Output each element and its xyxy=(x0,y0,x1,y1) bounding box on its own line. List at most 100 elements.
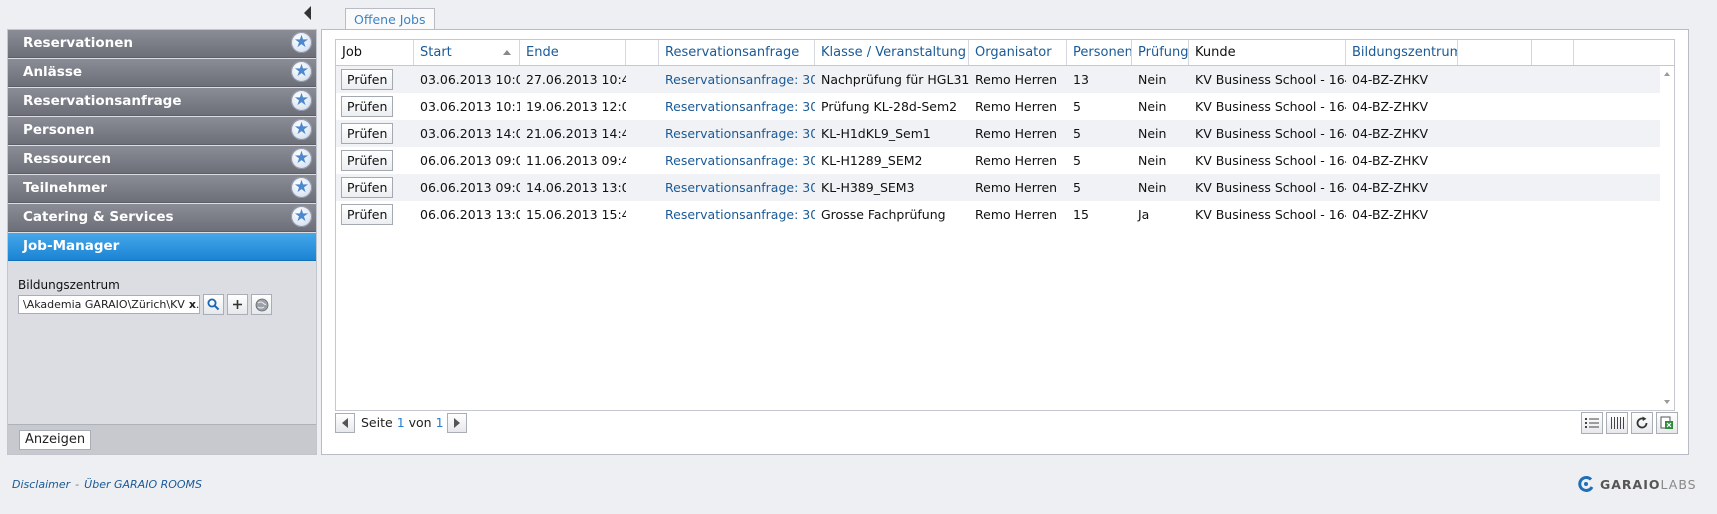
reservation-request-link[interactable]: Reservationsanfrage: 3061 xyxy=(659,66,815,93)
column-header-pruefung[interactable]: Prüfung xyxy=(1132,40,1189,65)
table-row: Prüfen 03.06.2013 10:00 27.06.2013 10:45… xyxy=(336,66,1674,93)
empty-cell xyxy=(626,201,659,228)
tab-offene-jobs[interactable]: Offene Jobs xyxy=(345,8,435,30)
favorite-star-icon[interactable]: ★ xyxy=(291,61,312,82)
check-button[interactable]: Prüfen xyxy=(341,150,394,171)
customer-cell: KV Business School - 1649 xyxy=(1195,99,1346,114)
of-text: von xyxy=(408,415,432,430)
globe-icon xyxy=(255,298,268,311)
columns-button[interactable] xyxy=(1606,412,1628,434)
column-header-bildungszentrum[interactable]: Bildungszentrum xyxy=(1346,40,1458,65)
sidebar-item-reservationsanfrage[interactable]: Reservationsanfrage ★ xyxy=(8,88,316,116)
globe-button[interactable] xyxy=(251,294,272,315)
reservation-request-link[interactable]: Reservationsanfrage: 3063 xyxy=(659,201,815,228)
collapse-sidebar-icon[interactable] xyxy=(304,6,311,20)
sidebar-item-label: Catering & Services xyxy=(23,209,174,225)
favorite-star-icon[interactable]: ★ xyxy=(291,32,312,53)
job-cell: Prüfen xyxy=(336,147,414,174)
center-cell: 04-BZ-ZHKV xyxy=(1352,126,1429,141)
total-pages: 1 xyxy=(435,415,444,430)
previous-page-button[interactable] xyxy=(335,413,355,433)
sidebar-item-job-manager[interactable]: Job-Manager xyxy=(8,233,316,261)
filter-area: Bildungszentrum \Akademia GARAIO\Zürich\… xyxy=(8,262,316,315)
favorite-star-icon[interactable]: ★ xyxy=(291,177,312,198)
column-header-start[interactable]: Start xyxy=(414,40,520,65)
sidebar-item-personen[interactable]: Personen ★ xyxy=(8,117,316,145)
favorite-star-icon[interactable]: ★ xyxy=(291,119,312,140)
sidebar-item-catering[interactable]: Catering & Services ★ xyxy=(8,204,316,232)
column-header-extra-1[interactable] xyxy=(1458,40,1532,65)
table-row: Prüfen 06.06.2013 13:00 15.06.2013 15:45… xyxy=(336,201,1674,228)
disclaimer-link[interactable]: Disclaimer xyxy=(12,478,70,491)
grid-body: Prüfen 03.06.2013 10:00 27.06.2013 10:45… xyxy=(336,66,1674,228)
list-view-button[interactable] xyxy=(1581,412,1603,434)
exam-cell: Nein xyxy=(1138,99,1167,114)
export-excel-button[interactable] xyxy=(1656,412,1678,434)
persons-cell: 5 xyxy=(1073,126,1081,141)
class-cell: Prüfung KL-28d-Sem2 xyxy=(821,99,958,114)
customer-cell: KV Business School - 1649 xyxy=(1195,180,1346,195)
column-header-reservationsanfrage[interactable]: Reservationsanfrage xyxy=(659,40,815,65)
organizer-cell: Remo Herren xyxy=(975,72,1058,87)
sidebar: Reservationen ★ Anlässe ★ Reservationsan… xyxy=(7,29,317,455)
class-cell: KL-H1dKL9_Sem1 xyxy=(821,126,931,141)
customer-cell: KV Business School - 1649 xyxy=(1195,153,1346,168)
vertical-scrollbar[interactable] xyxy=(1660,66,1674,410)
column-header-extra-2[interactable] xyxy=(1532,40,1574,65)
job-cell: Prüfen xyxy=(336,201,414,228)
favorite-star-icon[interactable]: ★ xyxy=(291,90,312,111)
show-button[interactable]: Anzeigen xyxy=(19,430,92,450)
sidebar-item-anlaesse[interactable]: Anlässe ★ xyxy=(8,59,316,87)
empty-cell xyxy=(626,147,659,174)
favorite-star-icon[interactable]: ★ xyxy=(291,148,312,169)
add-button[interactable] xyxy=(227,294,248,315)
check-button[interactable]: Prüfen xyxy=(341,204,394,225)
column-header-job[interactable]: Job xyxy=(336,40,414,65)
sidebar-item-label: Ressourcen xyxy=(23,151,111,167)
export-excel-icon xyxy=(1660,416,1673,429)
center-cell: 04-BZ-ZHKV xyxy=(1352,180,1429,195)
sidebar-item-ressourcen[interactable]: Ressourcen ★ xyxy=(8,146,316,174)
bildungszentrum-field[interactable]: \Akademia GARAIO\Zürich\KV B... x xyxy=(18,295,200,314)
exam-cell: Nein xyxy=(1138,126,1167,141)
clear-icon[interactable]: x xyxy=(186,296,196,313)
favorite-star-icon[interactable]: ★ xyxy=(291,206,312,227)
check-button[interactable]: Prüfen xyxy=(341,96,394,117)
check-button[interactable]: Prüfen xyxy=(341,177,394,198)
end-cell: 14.06.2013 13:00 xyxy=(526,180,626,195)
sidebar-item-teilnehmer[interactable]: Teilnehmer ★ xyxy=(8,175,316,203)
scroll-down-icon[interactable] xyxy=(1664,400,1670,404)
scroll-up-icon[interactable] xyxy=(1664,72,1670,76)
bildungszentrum-value: \Akademia GARAIO\Zürich\KV B... xyxy=(23,298,200,311)
sidebar-item-label: Anlässe xyxy=(23,64,83,80)
sidebar-item-reservationen[interactable]: Reservationen ★ xyxy=(8,30,316,58)
sidebar-item-label: Personen xyxy=(23,122,95,138)
end-cell: 27.06.2013 10:45 xyxy=(526,72,626,87)
column-header-personen[interactable]: Personen xyxy=(1067,40,1132,65)
check-button[interactable]: Prüfen xyxy=(341,69,394,90)
column-header-klasse[interactable]: Klasse / Veranstaltung xyxy=(815,40,969,65)
refresh-button[interactable] xyxy=(1631,412,1653,434)
next-page-button[interactable] xyxy=(446,413,467,433)
exam-cell: Nein xyxy=(1138,153,1167,168)
brand-suffix: LABS xyxy=(1660,476,1697,492)
jobs-grid: Job Start Ende Reservationsanfrage Klass… xyxy=(335,39,1675,411)
check-button[interactable]: Prüfen xyxy=(341,123,394,144)
start-cell: 06.06.2013 13:00 xyxy=(420,207,520,222)
reservation-request-link[interactable]: Reservationsanfrage: 3060 xyxy=(659,120,815,147)
organizer-cell: Remo Herren xyxy=(975,153,1058,168)
column-header-ende[interactable]: Ende xyxy=(520,40,626,65)
columns-icon xyxy=(1611,417,1624,429)
reservation-request-link[interactable]: Reservationsanfrage: 3058 xyxy=(659,147,815,174)
column-header-organisator[interactable]: Organisator xyxy=(969,40,1067,65)
column-header-kunde[interactable]: Kunde xyxy=(1189,40,1346,65)
organizer-cell: Remo Herren xyxy=(975,207,1058,222)
class-cell: Grosse Fachprüfung xyxy=(821,207,946,222)
about-link[interactable]: Über GARAIO ROOMS xyxy=(84,478,202,491)
reservation-request-link[interactable]: Reservationsanfrage: 3059 xyxy=(659,174,815,201)
reservation-request-link[interactable]: Reservationsanfrage: 3062 xyxy=(659,93,815,120)
exam-cell: Nein xyxy=(1138,72,1167,87)
sidebar-item-label: Teilnehmer xyxy=(23,180,108,196)
column-header-empty[interactable] xyxy=(626,40,659,65)
search-button[interactable] xyxy=(203,294,224,315)
